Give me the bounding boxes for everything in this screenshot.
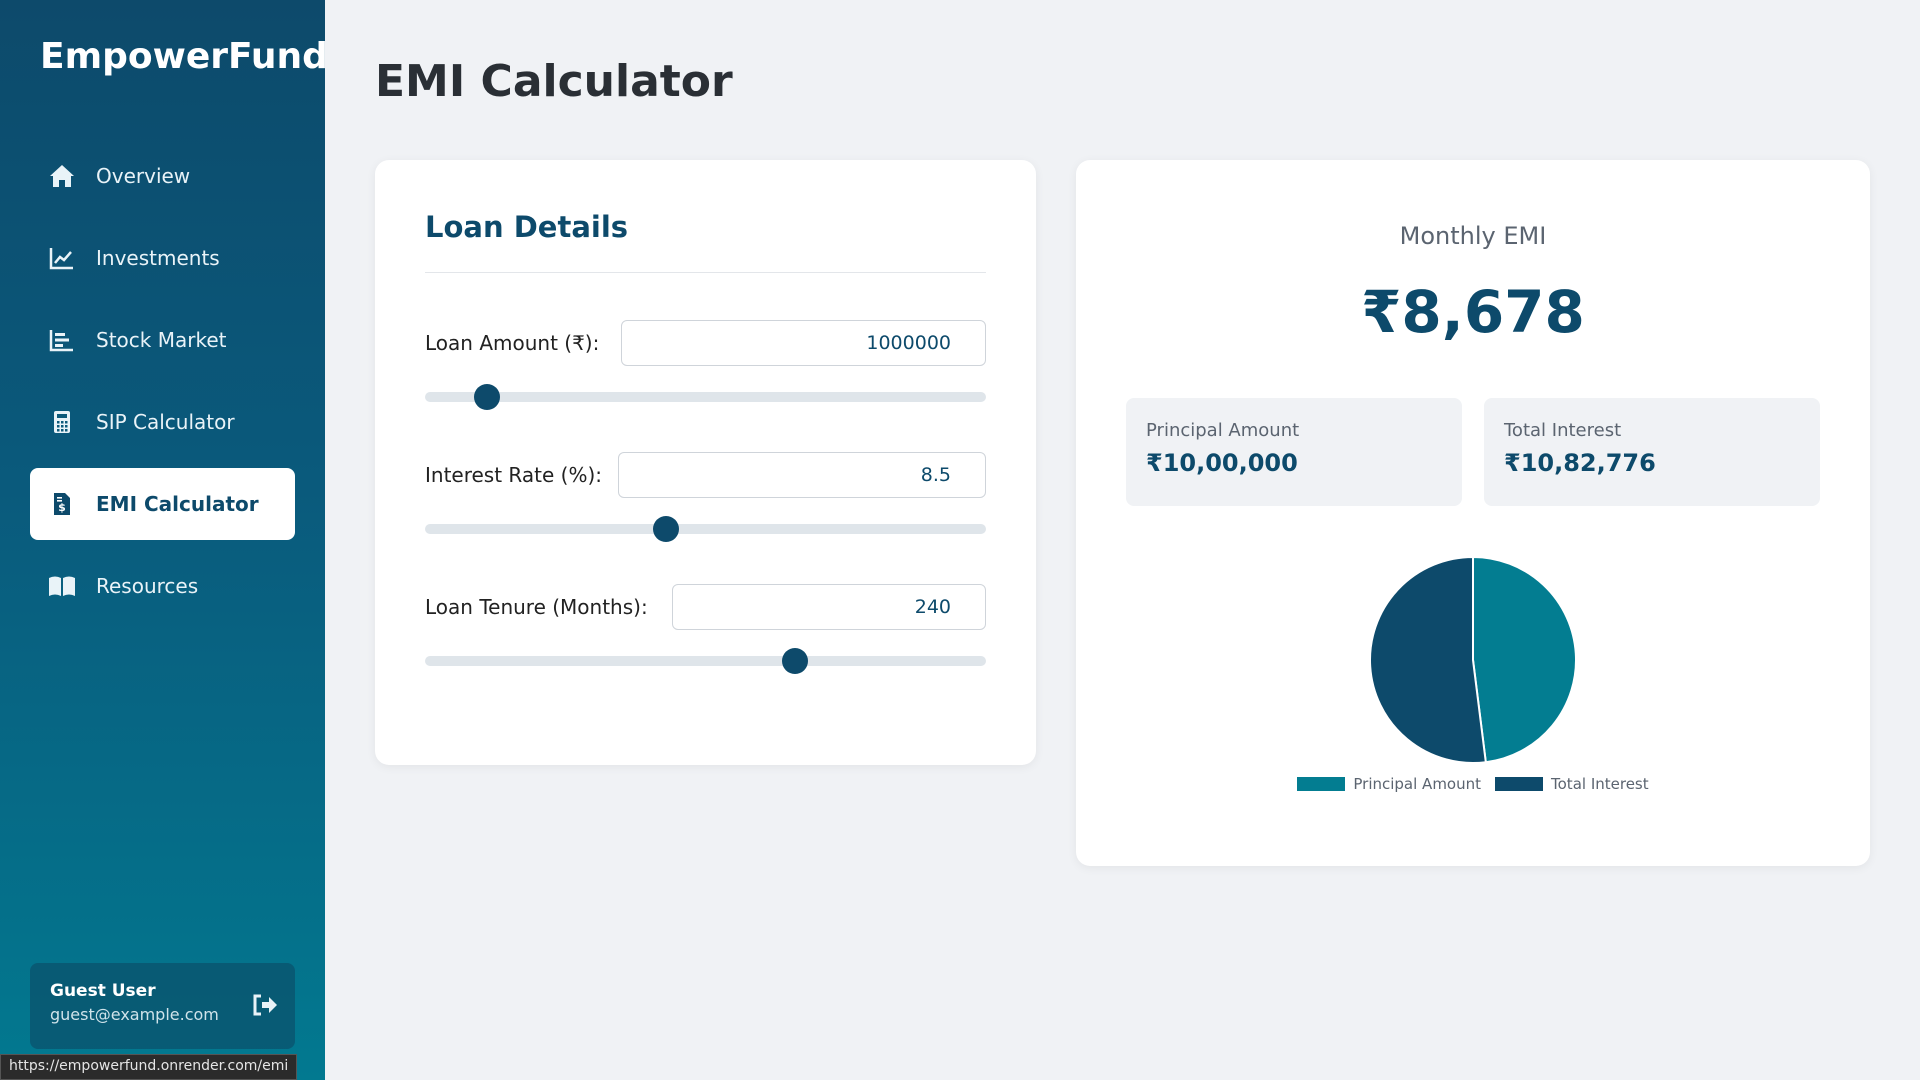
interest-rate-field: Interest Rate (%): 8.5 — [425, 452, 986, 542]
loan-amount-input[interactable]: 1000000 — [621, 320, 986, 366]
monthly-emi-value: ₹8,678 — [1361, 278, 1585, 346]
line-chart-icon — [48, 244, 76, 272]
sidebar-item-label: Stock Market — [96, 328, 227, 352]
user-card: Guest User guest@example.com — [30, 963, 295, 1049]
legend-swatch-interest — [1495, 777, 1544, 791]
principal-value: ₹10,00,000 — [1146, 449, 1298, 477]
book-icon — [48, 572, 76, 600]
interest-rate-label: Interest Rate (%): — [425, 463, 602, 487]
sidebar-item-label: Overview — [96, 164, 191, 188]
pie-chart — [1369, 555, 1577, 764]
calculator-icon — [48, 408, 76, 436]
interest-stat: Total Interest ₹10,82,776 — [1484, 398, 1820, 506]
legend-item-principal[interactable]: Principal Amount — [1297, 775, 1481, 793]
loan-tenure-slider-thumb[interactable] — [782, 648, 809, 674]
bar-chart-icon — [48, 326, 76, 354]
principal-stat: Principal Amount ₹10,00,000 — [1126, 398, 1462, 506]
loan-amount-slider[interactable] — [425, 384, 986, 410]
sidebar-item-sip-calculator[interactable]: SIP Calculator — [30, 386, 295, 458]
legend-item-interest[interactable]: Total Interest — [1495, 775, 1649, 793]
loan-tenure-label: Loan Tenure (Months): — [425, 595, 648, 619]
brand-logo[interactable]: EmpowerFund — [40, 36, 328, 77]
loan-tenure-input[interactable]: 240 — [672, 584, 986, 630]
home-icon — [48, 162, 76, 190]
loan-details-heading: Loan Details — [425, 210, 629, 244]
legend-swatch-principal — [1297, 777, 1346, 791]
logout-icon[interactable] — [251, 993, 279, 1021]
sidebar-item-overview[interactable]: Overview — [30, 140, 295, 212]
sidebar: EmpowerFund Overview Investments Stock M… — [0, 0, 328, 1080]
sidebar-item-label: SIP Calculator — [96, 410, 235, 434]
sidebar-item-stock-market[interactable]: Stock Market — [30, 304, 295, 376]
sidebar-item-investments[interactable]: Investments — [30, 222, 295, 294]
interest-rate-input[interactable]: 8.5 — [618, 452, 986, 498]
legend-label-interest: Total Interest — [1551, 775, 1649, 793]
svg-text:$: $ — [58, 501, 66, 514]
page-title: EMI Calculator — [375, 56, 733, 107]
sidebar-nav: Overview Investments Stock Market SIP Ca… — [30, 140, 295, 632]
principal-label: Principal Amount — [1146, 420, 1300, 441]
loan-amount-label: Loan Amount (₹): — [425, 331, 600, 355]
status-bar-url: https://empowerfund.onrender.com/emi — [0, 1054, 298, 1080]
pie-slice-principal-amount[interactable] — [1472, 555, 1577, 764]
interest-label: Total Interest — [1504, 420, 1622, 441]
loan-details-card: Loan Details Loan Amount (₹): 1000000 In… — [375, 160, 1036, 765]
legend-label-principal: Principal Amount — [1353, 775, 1482, 793]
sidebar-item-emi-calculator[interactable]: $ EMI Calculator — [30, 468, 295, 540]
loan-tenure-slider[interactable] — [425, 648, 986, 674]
sidebar-item-label: Investments — [96, 246, 220, 270]
sidebar-item-label: EMI Calculator — [96, 492, 259, 516]
interest-value: ₹10,82,776 — [1504, 449, 1656, 477]
monthly-emi-label: Monthly EMI — [1399, 222, 1547, 250]
pie-slice-total-interest[interactable] — [1369, 555, 1487, 764]
chart-legend: Principal Amount Total Interest — [1076, 775, 1870, 793]
sidebar-item-resources[interactable]: Resources — [30, 550, 295, 622]
user-name: Guest User — [50, 981, 156, 1001]
emi-breakdown-chart — [1076, 555, 1870, 785]
interest-rate-slider[interactable] — [425, 516, 986, 542]
divider — [425, 272, 986, 273]
user-email: guest@example.com — [50, 1005, 219, 1024]
loan-amount-field: Loan Amount (₹): 1000000 — [425, 320, 986, 410]
loan-amount-slider-thumb[interactable] — [473, 384, 500, 410]
sidebar-item-label: Resources — [96, 574, 199, 598]
loan-tenure-field: Loan Tenure (Months): 240 — [425, 584, 986, 674]
interest-rate-slider-thumb[interactable] — [653, 516, 680, 542]
invoice-dollar-icon: $ — [48, 490, 76, 518]
emi-result-card: Monthly EMI ₹8,678 Principal Amount ₹10,… — [1076, 160, 1870, 866]
